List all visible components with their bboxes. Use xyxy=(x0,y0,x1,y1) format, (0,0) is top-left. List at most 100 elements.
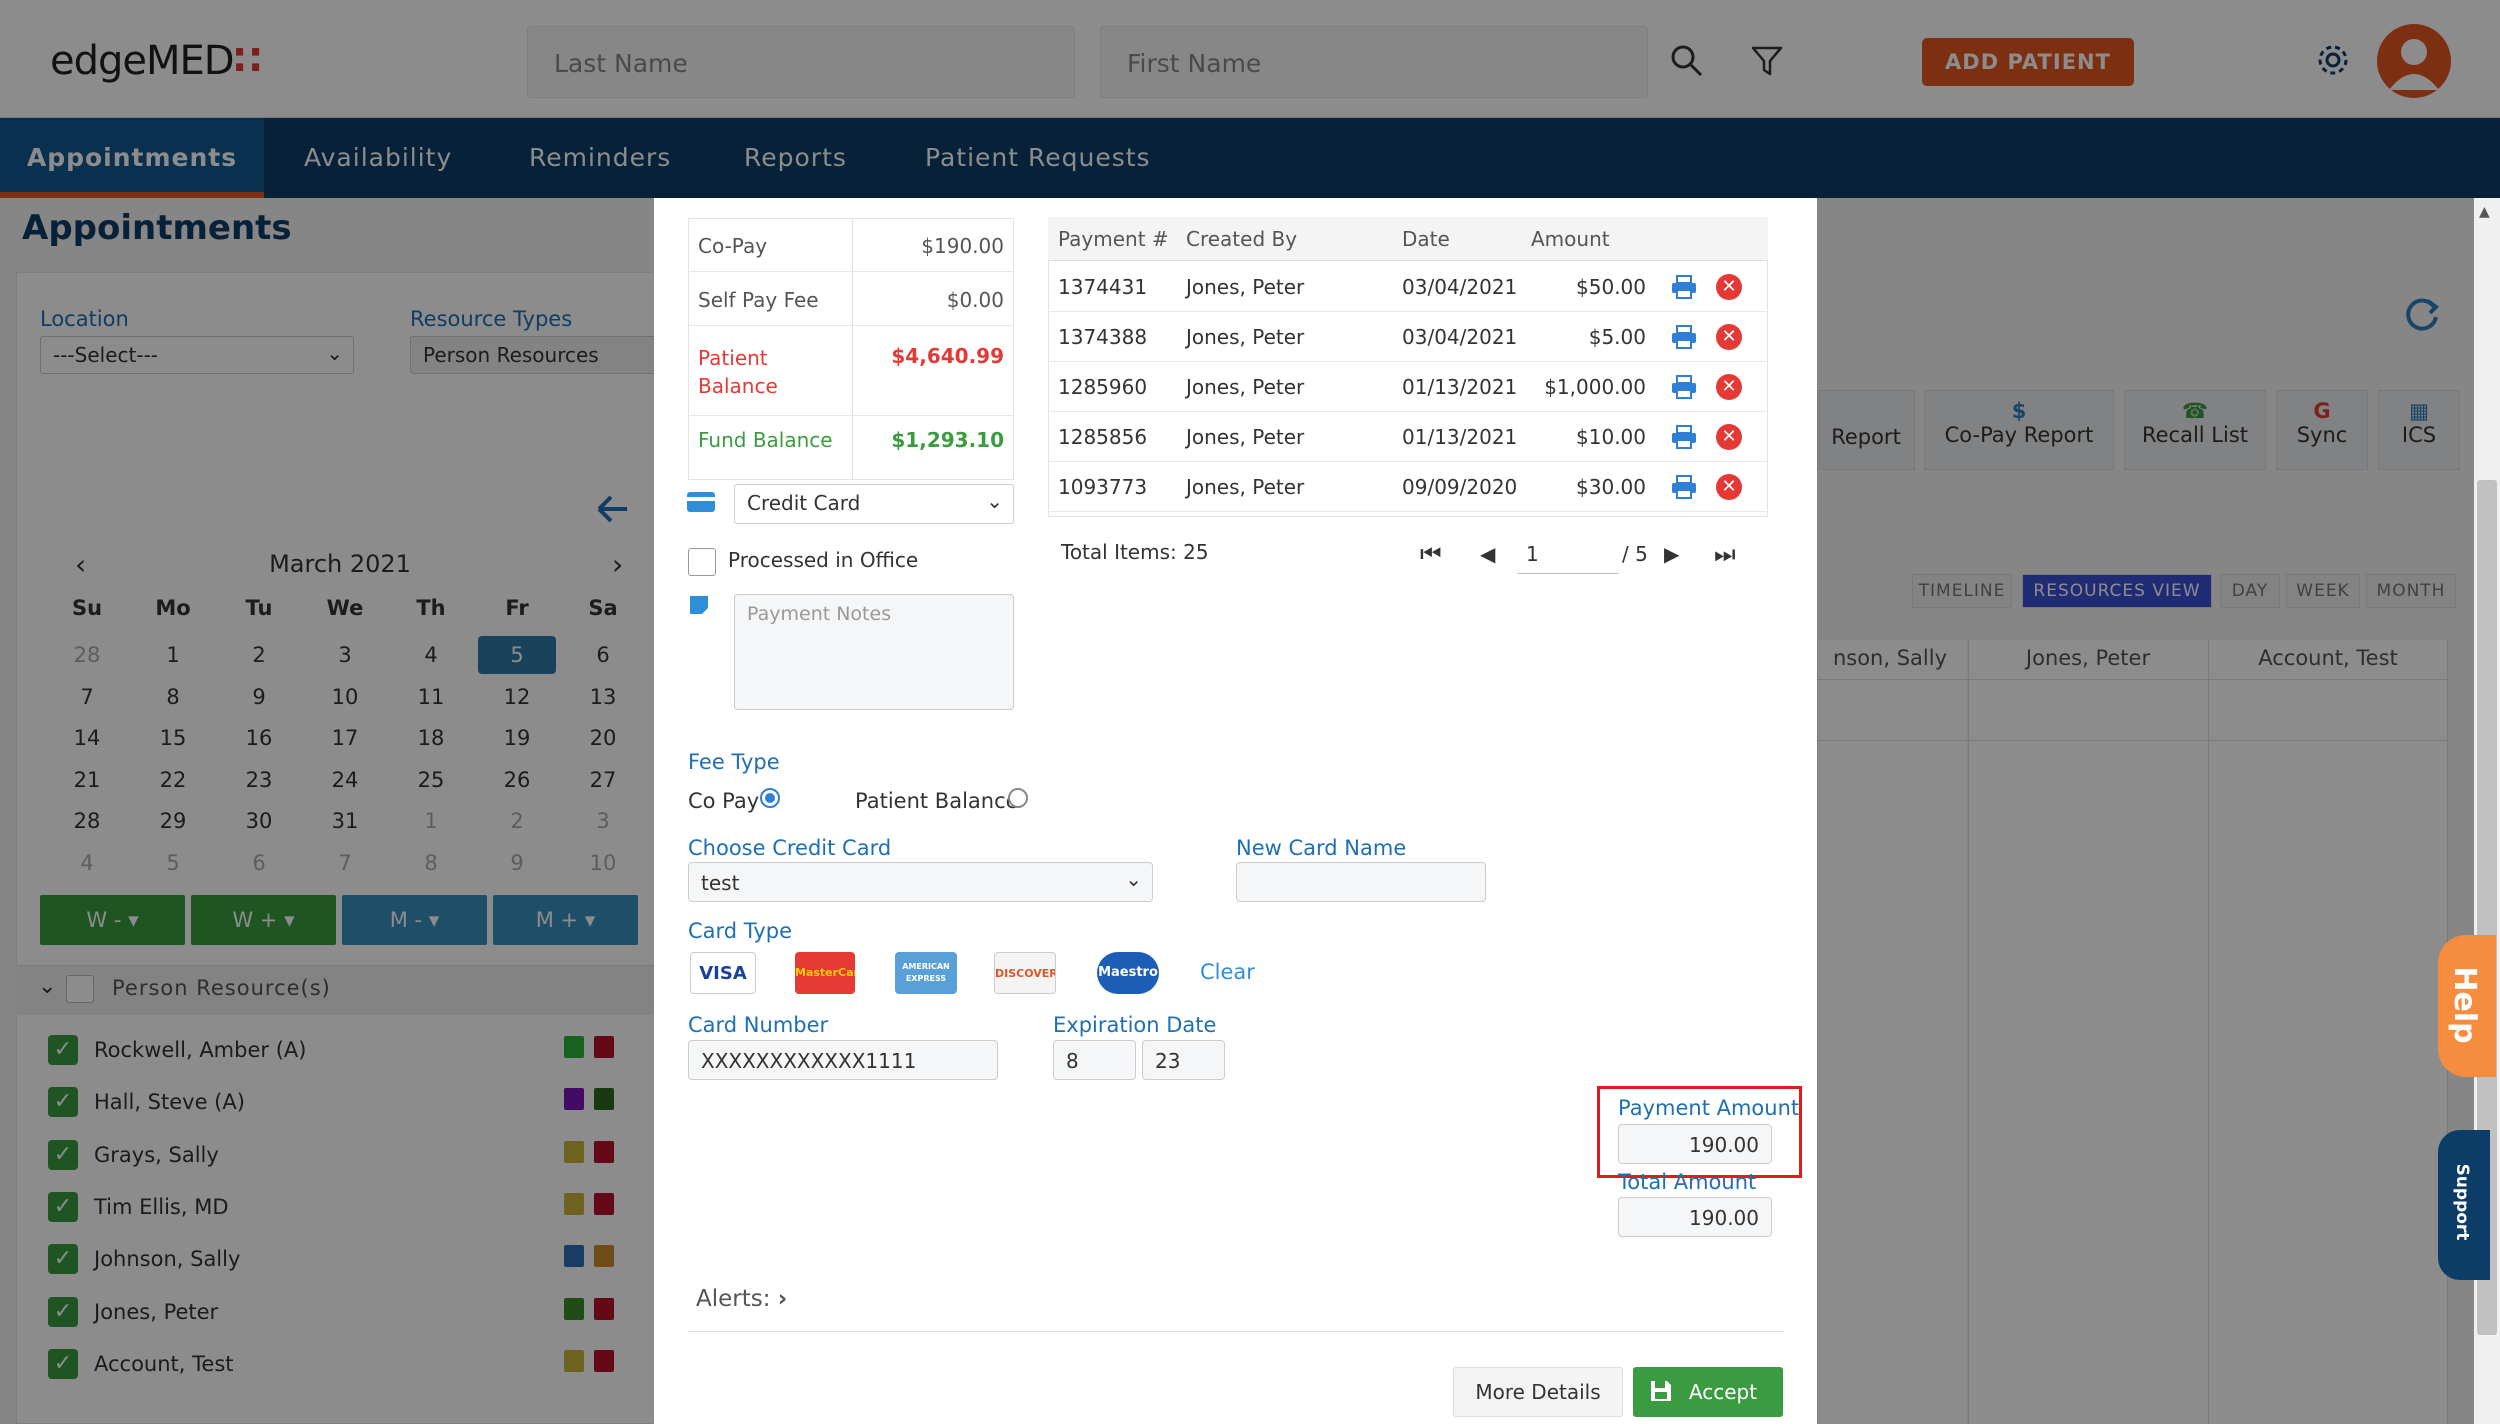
col-payment-number[interactable]: Payment # xyxy=(1058,217,1169,261)
copay-label: Co-Pay xyxy=(698,234,768,258)
payment-row: 1374388 Jones, Peter 03/04/2021 $5.00 ✕ xyxy=(1048,312,1768,362)
payment-row: 1285856 Jones, Peter 01/13/2021 $10.00 ✕ xyxy=(1048,412,1768,462)
more-details-button[interactable]: More Details xyxy=(1453,1367,1623,1417)
self-pay-fee-label: Self Pay Fee xyxy=(698,288,819,312)
fee-copay-label: Co Pay xyxy=(688,789,760,813)
payment-cell: 01/13/2021 xyxy=(1402,425,1518,449)
clear-card-type-link[interactable]: Clear xyxy=(1200,960,1255,984)
credit-card-icon xyxy=(687,492,715,512)
processed-in-office-label: Processed in Office xyxy=(728,548,919,572)
new-card-name-input[interactable] xyxy=(1236,862,1486,902)
scroll-up-icon[interactable]: ▲ xyxy=(2479,204,2490,220)
exp-month-value: 8 xyxy=(1066,1049,1079,1073)
payment-row: 1285960 Jones, Peter 01/13/2021 $1,000.00 ✕ xyxy=(1048,362,1768,412)
modal-footer-divider xyxy=(688,1331,1784,1332)
col-created-by[interactable]: Created By xyxy=(1186,217,1297,261)
accept-button[interactable]: Accept xyxy=(1633,1367,1783,1417)
fee-copay-radio[interactable] xyxy=(760,788,780,808)
mastercard-card-icon[interactable]: MasterCard xyxy=(795,952,855,994)
fee-patient-balance-radio[interactable] xyxy=(1008,788,1028,808)
prev-page-icon[interactable]: ◀ xyxy=(1480,542,1495,566)
new-card-name-label: New Card Name xyxy=(1236,836,1407,860)
payment-row: 1093773 Jones, Peter 09/09/2020 $30.00 ✕ xyxy=(1048,462,1768,512)
app-root: edgeMED∷ Last Name First Name ADD PATIEN… xyxy=(0,0,2500,1424)
fund-balance-value: $1,293.10 xyxy=(891,428,1004,452)
payment-cell: 1285856 xyxy=(1058,425,1148,449)
col-date[interactable]: Date xyxy=(1402,217,1450,261)
payment-amount-value: 190.00 xyxy=(1689,1133,1759,1157)
card-number-label: Card Number xyxy=(688,1013,829,1037)
summary-copay-row: Co-Pay $190.00 xyxy=(688,218,1014,272)
choose-card-select[interactable]: test ⌄ xyxy=(688,862,1153,902)
summary-patient-balance-row: Patient Balance $4,640.99 xyxy=(688,326,1014,416)
first-page-icon[interactable]: ⏮ xyxy=(1420,540,1442,568)
page-number-input[interactable]: 1 xyxy=(1518,534,1618,574)
payment-method-select[interactable]: Credit Card ⌄ xyxy=(734,484,1014,524)
payment-cell: 03/04/2021 xyxy=(1402,325,1518,349)
choose-card-label: Choose Credit Card xyxy=(688,836,892,860)
delete-icon[interactable]: ✕ xyxy=(1716,324,1742,350)
payment-amount-label: Payment Amount xyxy=(1618,1096,1800,1120)
payment-cell: 1374431 xyxy=(1058,275,1148,299)
chevron-right-icon: › xyxy=(777,1286,788,1312)
last-page-icon[interactable]: ⏭ xyxy=(1714,540,1736,568)
support-tab[interactable]: Support xyxy=(2438,1130,2490,1280)
copay-value: $190.00 xyxy=(921,234,1004,258)
payment-cell: $30.00 xyxy=(1576,475,1646,499)
payment-cell: $1,000.00 xyxy=(1544,375,1646,399)
save-icon xyxy=(1651,1381,1671,1401)
col-amount[interactable]: Amount xyxy=(1531,217,1610,261)
note-icon xyxy=(690,596,708,614)
payment-cell: $10.00 xyxy=(1576,425,1646,449)
radio-dot xyxy=(765,793,775,803)
print-icon[interactable] xyxy=(1670,375,1698,403)
alerts-toggle[interactable]: Alerts: › xyxy=(696,1286,787,1312)
patient-balance-value: $4,640.99 xyxy=(891,344,1004,368)
print-icon[interactable] xyxy=(1670,325,1698,353)
print-icon[interactable] xyxy=(1670,425,1698,453)
payment-cell: 1093773 xyxy=(1058,475,1148,499)
page-number-value: 1 xyxy=(1526,542,1539,566)
page-total: / 5 xyxy=(1622,542,1648,566)
total-amount-label: Total Amount xyxy=(1618,1170,1757,1194)
support-label: Support xyxy=(2452,1163,2472,1241)
payment-cell: $5.00 xyxy=(1588,325,1646,349)
payment-cell: 01/13/2021 xyxy=(1402,375,1518,399)
print-icon[interactable] xyxy=(1670,275,1698,303)
visa-card-icon[interactable]: VISA xyxy=(690,952,756,994)
payment-row: 1374431 Jones, Peter 03/04/2021 $50.00 ✕ xyxy=(1048,262,1768,312)
payment-method-value: Credit Card xyxy=(747,491,861,515)
total-amount-input[interactable]: 190.00 xyxy=(1618,1197,1772,1237)
processed-in-office-checkbox[interactable] xyxy=(688,548,716,576)
payment-cell: Jones, Peter xyxy=(1186,375,1305,399)
payment-amount-input[interactable]: 190.00 xyxy=(1618,1124,1772,1164)
print-icon[interactable] xyxy=(1670,475,1698,503)
exp-month-input[interactable]: 8 xyxy=(1053,1040,1136,1080)
fee-type-label: Fee Type xyxy=(688,750,780,774)
delete-icon[interactable]: ✕ xyxy=(1716,424,1742,450)
total-items: Total Items: 25 xyxy=(1061,540,1209,564)
summary-selfpay-row: Self Pay Fee $0.00 xyxy=(688,272,1014,326)
delete-icon[interactable]: ✕ xyxy=(1716,374,1742,400)
delete-icon[interactable]: ✕ xyxy=(1716,274,1742,300)
alerts-label: Alerts: xyxy=(696,1286,771,1312)
payment-cell: $50.00 xyxy=(1576,275,1646,299)
amex-card-icon[interactable]: AMERICAN EXPRESS xyxy=(895,952,957,994)
payment-cell: 1374388 xyxy=(1058,325,1148,349)
patient-balance-label: Patient Balance xyxy=(698,346,778,398)
card-number-input[interactable]: XXXXXXXXXXXX1111 xyxy=(688,1040,998,1080)
payment-cell: Jones, Peter xyxy=(1186,425,1305,449)
payment-notes-placeholder: Payment Notes xyxy=(747,603,892,625)
next-page-icon[interactable]: ▶ xyxy=(1664,542,1679,566)
delete-icon[interactable]: ✕ xyxy=(1716,474,1742,500)
payments-table-body: 1374431 Jones, Peter 03/04/2021 $50.00 ✕ 1374… xyxy=(1048,262,1768,516)
exp-year-input[interactable]: 23 xyxy=(1142,1040,1225,1080)
discover-card-icon[interactable]: DISCOVER xyxy=(994,952,1056,994)
exp-year-value: 23 xyxy=(1155,1049,1181,1073)
fee-patient-balance-label: Patient Balance xyxy=(855,789,1019,813)
payment-notes-textarea[interactable]: Payment Notes xyxy=(734,594,1014,710)
choose-card-value: test xyxy=(701,871,740,895)
maestro-card-icon[interactable]: Maestro xyxy=(1097,952,1159,994)
summary-fund-balance-row: Fund Balance $1,293.10 xyxy=(688,416,1014,480)
help-tab[interactable]: Help xyxy=(2438,935,2496,1077)
